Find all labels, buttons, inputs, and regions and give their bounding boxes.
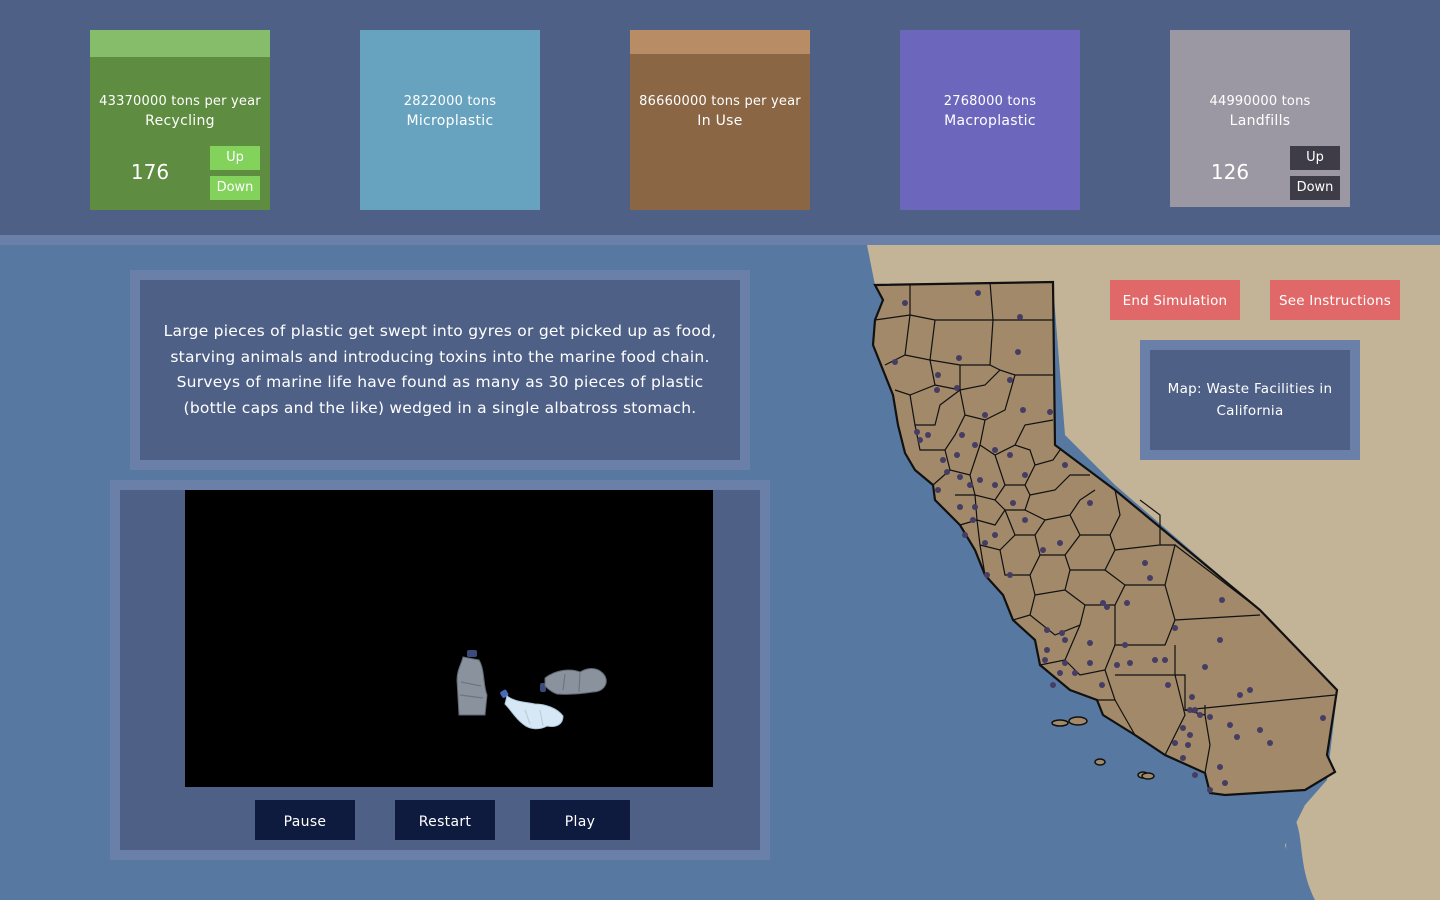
recycling-up-button[interactable]: Up — [210, 146, 260, 170]
landfills-amount: 44990000 tons — [1209, 94, 1311, 109]
recycling-card: 43370000 tons per year Recycling 176 Up … — [90, 30, 270, 210]
divider — [0, 235, 1440, 245]
card-cap — [90, 30, 270, 57]
video-frame: Pause Restart Play — [120, 490, 760, 850]
recycling-down-button[interactable]: Down — [210, 176, 260, 200]
landfills-down-button[interactable]: Down — [1290, 176, 1340, 200]
in-use-amount: 86660000 tons per year — [639, 94, 801, 109]
end-simulation-button[interactable]: End Simulation — [1110, 280, 1240, 320]
macroplastic-label: Macroplastic — [944, 113, 1036, 129]
video-panel: Pause Restart Play — [110, 480, 770, 860]
microplastic-card: 2822000 tons Microplastic — [360, 30, 540, 210]
recycling-amount: 43370000 tons per year — [99, 94, 261, 109]
macroplastic-card: 2768000 tons Macroplastic — [900, 30, 1080, 210]
plastic-bottle-icon — [540, 668, 607, 695]
restart-button[interactable]: Restart — [395, 800, 495, 840]
video-screen[interactable] — [185, 490, 713, 787]
plastic-bottle-icon — [456, 650, 488, 716]
landfills-count: 126 — [1210, 160, 1250, 184]
map-label: Map: Waste Facilities in California — [1150, 350, 1350, 450]
see-instructions-button[interactable]: See Instructions — [1270, 280, 1400, 320]
map-label-panel: Map: Waste Facilities in California — [1140, 340, 1360, 460]
info-panel: Large pieces of plastic get swept into g… — [130, 270, 750, 470]
pause-button[interactable]: Pause — [255, 800, 355, 840]
info-text: Large pieces of plastic get swept into g… — [140, 280, 740, 460]
in-use-card: 86660000 tons per year In Use — [630, 30, 810, 210]
card-cap — [630, 30, 810, 54]
recycling-count: 176 — [130, 160, 170, 184]
landfills-up-button[interactable]: Up — [1290, 146, 1340, 170]
play-button[interactable]: Play — [530, 800, 630, 840]
microplastic-label: Microplastic — [406, 113, 494, 129]
in-use-label: In Use — [697, 113, 743, 129]
plastic-bottle-icon — [500, 689, 564, 730]
landfills-card: 44990000 tons Landfills 126 Up Down — [1170, 30, 1350, 207]
microplastic-amount: 2822000 tons — [403, 94, 497, 109]
recycling-label: Recycling — [145, 113, 215, 129]
macroplastic-amount: 2768000 tons — [943, 94, 1037, 109]
landfills-label: Landfills — [1229, 113, 1291, 129]
